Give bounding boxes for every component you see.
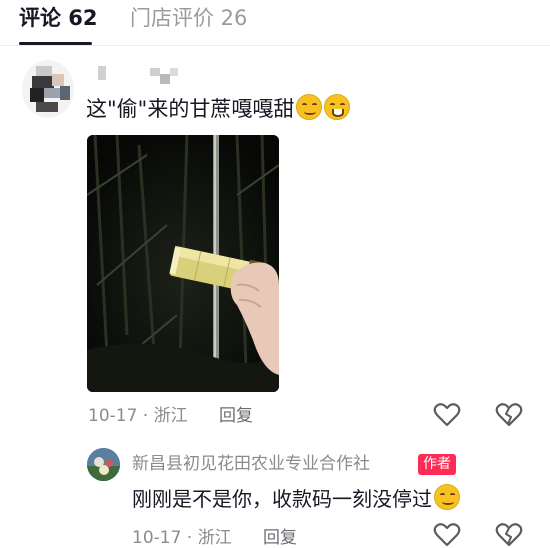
reply-author-name[interactable]: 新昌县初见花田农业专业合作社 — [132, 452, 370, 476]
comment-reply-button[interactable]: 回复 — [219, 405, 253, 427]
smirk-emoji-icon — [296, 94, 323, 120]
reply-body: 刚刚是不是你，收款码一刻没停过 — [132, 487, 432, 511]
tab-bar: 评论 62 门店评价 26 — [0, 0, 550, 46]
reply-author-avatar[interactable] — [87, 448, 120, 481]
reply-reply-button[interactable]: 回复 — [263, 527, 297, 548]
active-tab-indicator — [19, 42, 92, 45]
author-badge: 作者 — [418, 454, 456, 475]
comment-text: 这"偷"来的甘蔗嘎嘎甜 — [86, 94, 351, 124]
broken-heart-icon[interactable] — [495, 402, 523, 428]
comment-body: 这"偷"来的甘蔗嘎嘎甜 — [86, 97, 295, 121]
sugarcane-night-photo — [87, 135, 279, 392]
tab-comments[interactable]: 评论 62 — [19, 4, 98, 32]
comment-date-location: 10-17 · 浙江 — [88, 406, 188, 426]
heart-icon[interactable] — [433, 522, 461, 548]
broken-heart-icon[interactable] — [495, 522, 523, 548]
smirk-emoji-icon — [434, 484, 460, 510]
reply-text: 刚刚是不是你，收款码一刻没停过 — [132, 484, 460, 514]
grin-emoji-icon — [324, 94, 351, 120]
heart-icon[interactable] — [433, 402, 461, 428]
tab-store-reviews[interactable]: 门店评价 26 — [130, 4, 247, 32]
author-name-redacted[interactable] — [98, 64, 188, 86]
comment-photo[interactable] — [87, 135, 279, 392]
reply-date-location: 10-17 · 浙江 — [132, 528, 232, 548]
avatar[interactable] — [22, 60, 74, 118]
